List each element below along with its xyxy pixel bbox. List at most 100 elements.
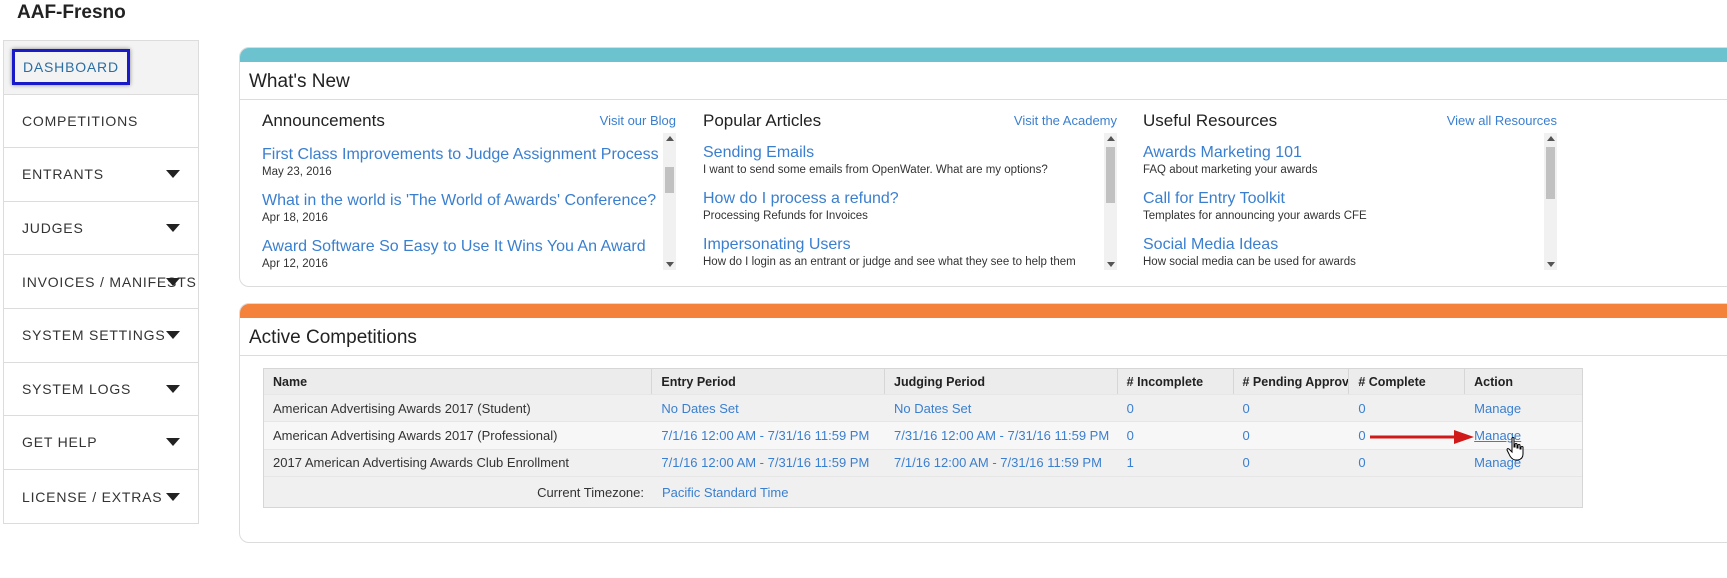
announcement-link[interactable]: Award Software So Easy to Use It Wins Yo… <box>262 237 656 257</box>
competition-name: 2017 American Advertising Awards Club En… <box>273 455 570 471</box>
panel-accent-bar <box>240 304 1727 318</box>
column-title: Announcements <box>262 111 385 130</box>
complete-count-link[interactable]: 0 <box>1349 455 1465 470</box>
scrollbar[interactable] <box>663 133 676 270</box>
scroll-thumb[interactable] <box>1106 147 1115 203</box>
list-item[interactable]: Award Software So Easy to Use It Wins Yo… <box>262 237 656 270</box>
column-header: Name <box>264 369 653 394</box>
column-header: Entry Period <box>652 369 886 394</box>
list-item[interactable]: How do I process a refund? Processing Re… <box>703 189 1097 223</box>
article-summary: How do I login as an entrant or judge an… <box>703 256 1076 268</box>
list-item[interactable]: Sending Emails I want to send some email… <box>703 143 1097 177</box>
sidebar-item-get-help[interactable]: GET HELP <box>4 416 198 470</box>
timezone-link[interactable]: Pacific Standard Time <box>653 485 788 500</box>
competition-name: American Advertising Awards 2017 (Studen… <box>273 400 531 416</box>
incomplete-count-link[interactable]: 1 <box>1118 455 1234 470</box>
sidebar-item-competitions[interactable]: COMPETITIONS <box>4 95 198 149</box>
column-title: Popular Articles <box>703 111 822 130</box>
sidebar-item-label: ENTRANTS <box>22 166 104 183</box>
sidebar-item-label: GET HELP <box>22 434 98 451</box>
table-header-row: Name Entry Period Judging Period # Incom… <box>264 369 1582 395</box>
caret-down-icon <box>166 384 180 393</box>
list-item[interactable]: First Class Improvements to Judge Assign… <box>262 145 659 179</box>
list-item[interactable]: Call for Entry Toolkit Templates for ann… <box>1143 189 1537 223</box>
pending-count-link[interactable]: 0 <box>1234 401 1350 416</box>
caret-down-icon <box>166 438 180 447</box>
article-link[interactable]: Impersonating Users <box>703 235 1097 255</box>
scrollbar[interactable] <box>1544 133 1557 270</box>
judging-period-link[interactable]: 7/1/16 12:00 AM - 7/31/16 11:59 PM <box>885 455 1118 470</box>
list-item[interactable]: Awards Marketing 101 FAQ about marketing… <box>1143 143 1537 177</box>
sidebar-item-label: COMPETITIONS <box>22 112 139 129</box>
list-item[interactable]: Social Media Ideas How social media can … <box>1143 235 1537 269</box>
resource-link[interactable]: Awards Marketing 101 <box>1143 143 1537 163</box>
scrollbar[interactable] <box>1104 133 1117 270</box>
entry-period-link[interactable]: No Dates Set <box>652 401 885 416</box>
announcements-list[interactable]: First Class Improvements to Judge Assign… <box>262 133 676 270</box>
judging-period-link[interactable]: No Dates Set <box>885 401 1118 416</box>
scroll-thumb[interactable] <box>665 167 674 193</box>
articles-column: Popular Articles Visit the Academy Sendi… <box>703 111 1117 270</box>
view-resources-link[interactable]: View all Resources <box>1447 113 1557 128</box>
resources-column: Useful Resources View all Resources Awar… <box>1143 111 1557 270</box>
scroll-down-icon[interactable] <box>1107 262 1115 267</box>
scroll-thumb[interactable] <box>1546 147 1555 199</box>
sidebar-item-system-settings[interactable]: SYSTEM SETTINGS <box>4 309 198 363</box>
resource-summary: How social media can be used for awards <box>1143 256 1356 268</box>
table-row: American Advertising Awards 2017 (Studen… <box>264 395 1582 423</box>
resource-link[interactable]: Social Media Ideas <box>1143 235 1537 255</box>
pending-count-link[interactable]: 0 <box>1234 428 1350 443</box>
column-header: # Complete <box>1349 369 1466 394</box>
sidebar-nav: DASHBOARD COMPETITIONS ENTRANTS JUDGES I… <box>3 40 199 525</box>
sidebar-item-label: SYSTEM LOGS <box>22 380 132 397</box>
articles-list[interactable]: Sending Emails I want to send some email… <box>703 133 1117 270</box>
entry-period-link[interactable]: 7/1/16 12:00 AM - 7/31/16 11:59 PM <box>652 455 885 470</box>
scroll-up-icon[interactable] <box>666 136 674 141</box>
competition-name: American Advertising Awards 2017 (Profes… <box>273 428 558 444</box>
manage-link[interactable]: Manage <box>1465 401 1582 416</box>
announcement-date: Apr 18, 2016 <box>262 212 328 224</box>
sidebar-item-dashboard[interactable]: DASHBOARD <box>4 41 198 95</box>
visit-blog-link[interactable]: Visit our Blog <box>600 113 676 128</box>
list-item[interactable]: What in the world is 'The World of Award… <box>262 191 656 225</box>
column-title: Useful Resources <box>1143 111 1278 130</box>
incomplete-count-link[interactable]: 0 <box>1118 428 1234 443</box>
sidebar-item-system-logs[interactable]: SYSTEM LOGS <box>4 363 198 417</box>
pending-count-link[interactable]: 0 <box>1234 455 1350 470</box>
incomplete-count-link[interactable]: 0 <box>1118 401 1234 416</box>
scroll-up-icon[interactable] <box>1547 136 1555 141</box>
scroll-down-icon[interactable] <box>1547 262 1555 267</box>
sidebar-item-license-extras[interactable]: LICENSE / EXTRAS <box>4 470 198 524</box>
visit-academy-link[interactable]: Visit the Academy <box>1014 113 1117 128</box>
scroll-up-icon[interactable] <box>1107 136 1115 141</box>
resource-link[interactable]: Call for Entry Toolkit <box>1143 189 1537 209</box>
org-title: AAF-Fresno <box>17 2 126 23</box>
article-link[interactable]: How do I process a refund? <box>703 189 1097 209</box>
caret-down-icon <box>166 277 180 286</box>
entry-period-link[interactable]: 7/1/16 12:00 AM - 7/31/16 11:59 PM <box>652 428 885 443</box>
sidebar-item-entrants[interactable]: ENTRANTS <box>4 148 198 202</box>
announcement-link[interactable]: What in the world is 'The World of Award… <box>262 191 656 211</box>
timezone-label: Current Timezone: <box>537 484 644 500</box>
complete-count-link[interactable]: 0 <box>1349 401 1465 416</box>
article-link[interactable]: Sending Emails <box>703 143 1097 163</box>
table-row: 2017 American Advertising Awards Club En… <box>264 449 1582 478</box>
sidebar-item-judges[interactable]: JUDGES <box>4 202 198 256</box>
judging-period-link[interactable]: 7/31/16 12:00 AM - 7/31/16 11:59 PM <box>885 428 1118 443</box>
announcement-link[interactable]: First Class Improvements to Judge Assign… <box>262 145 659 165</box>
list-item[interactable]: Impersonating Users How do I login as an… <box>703 235 1097 269</box>
panel-title: What's New <box>240 62 1727 100</box>
caret-down-icon <box>166 492 180 501</box>
resources-list[interactable]: Awards Marketing 101 FAQ about marketing… <box>1143 133 1557 270</box>
sidebar-item-label: SYSTEM SETTINGS <box>22 327 166 344</box>
caret-down-icon <box>166 224 180 233</box>
sidebar-item-label: DASHBOARD <box>12 49 130 86</box>
sidebar-item-invoices[interactable]: INVOICES / MANIFESTS <box>4 255 198 309</box>
resource-summary: FAQ about marketing your awards <box>1143 164 1318 176</box>
column-header: Action <box>1474 374 1514 389</box>
sidebar-item-label: LICENSE / EXTRAS <box>22 488 163 505</box>
scroll-down-icon[interactable] <box>666 262 674 267</box>
sidebar-item-label: JUDGES <box>22 220 84 237</box>
article-summary: Processing Refunds for Invoices <box>703 210 868 222</box>
hand-cursor-icon <box>1506 437 1524 461</box>
